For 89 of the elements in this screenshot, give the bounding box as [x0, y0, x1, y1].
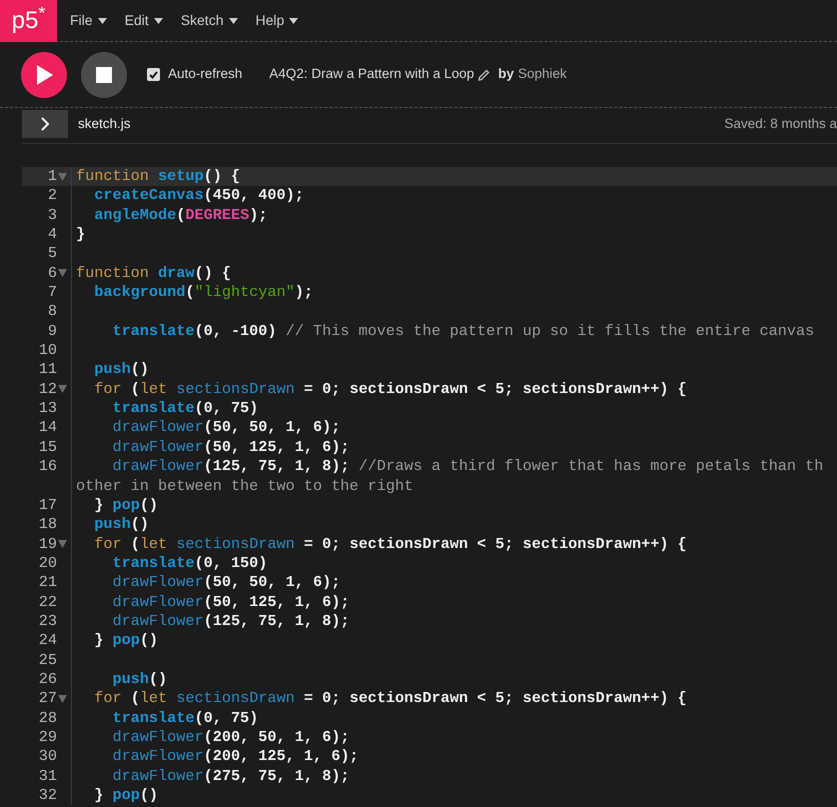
- fold-icon[interactable]: [58, 269, 67, 278]
- line-number: 20: [38, 554, 57, 574]
- line-number: 24: [38, 631, 57, 651]
- menu-item[interactable]: Help: [246, 10, 308, 31]
- line-number: 25: [38, 650, 57, 670]
- caret-icon: [289, 18, 298, 24]
- line-number: 6: [48, 264, 57, 284]
- line-number: 8: [48, 302, 57, 322]
- line-number: 7: [48, 283, 57, 302]
- pencil-icon[interactable]: [478, 68, 490, 80]
- code-line: } pop(): [93, 786, 158, 806]
- line-number: 17: [38, 496, 57, 516]
- line-number: 11: [38, 360, 57, 380]
- code-line: function setup() {: [75, 167, 240, 186]
- caret-icon: [98, 18, 107, 24]
- p5-logo[interactable]: p5$^{*}$: [0, 0, 57, 42]
- menu-item[interactable]: File: [61, 10, 116, 31]
- code-line: for (let sectionsDrawn = 0; sectionsDrawn < 5; sectionsDrawn++) {: [93, 380, 687, 400]
- code-line: drawFlower(125, 75, 1, 8); //Draws a third flower that has more petals than th: [111, 457, 824, 476]
- caret-icon: [154, 18, 163, 24]
- saved-status: Saved: 8 months a: [724, 114, 837, 133]
- code-line: drawFlower(125, 75, 1, 8);: [111, 612, 350, 632]
- line-number: 19: [38, 534, 57, 554]
- fold-icon[interactable]: [58, 694, 67, 703]
- menu-item[interactable]: Edit: [116, 10, 172, 31]
- code-line: push(): [93, 360, 149, 380]
- line-number: 26: [38, 670, 57, 690]
- code-line: background("lightcyan");: [93, 283, 313, 302]
- code-line: drawFlower(200, 50, 1, 6);: [111, 728, 350, 748]
- code-line: drawFlower(275, 75, 1, 8);: [111, 766, 350, 786]
- code-line: translate(0, -100) // This moves the pattern up so it fills the entire canvas: [111, 322, 814, 342]
- code-line: drawFlower(50, 125, 1, 6);: [111, 592, 350, 612]
- fold-icon[interactable]: [58, 385, 67, 394]
- checkbox[interactable]: [147, 68, 160, 81]
- menu-item[interactable]: Sketch: [172, 10, 246, 31]
- line-number: 22: [38, 592, 57, 612]
- code-line: push(): [93, 515, 149, 535]
- line-number: 12: [38, 380, 57, 400]
- line-number: 14: [38, 418, 57, 438]
- line-number: 23: [38, 612, 57, 632]
- fold-icon[interactable]: [58, 540, 67, 548]
- checkbox-label: Auto-refresh: [168, 65, 242, 84]
- line-number: 32: [38, 786, 57, 806]
- code-line: } pop(): [93, 496, 158, 516]
- code-line: function draw() {: [75, 264, 231, 284]
- author-link[interactable]: Sophiek: [518, 64, 567, 85]
- code-line: createCanvas(450, 400);: [93, 186, 304, 206]
- caret-icon: [228, 18, 238, 24]
- line-number: 10: [38, 341, 57, 360]
- line-number: 3: [48, 206, 57, 226]
- line-number: 5: [48, 244, 57, 264]
- chevron-icon: [41, 117, 49, 131]
- code-line: drawFlower(50, 50, 1, 6);: [111, 418, 340, 438]
- stop-button[interactable]: [81, 52, 127, 98]
- code-line: translate(0, 75): [111, 399, 258, 418]
- line-number: 1: [48, 167, 57, 186]
- code-line: push(): [111, 670, 168, 690]
- code-line: drawFlower(50, 50, 1, 6);: [111, 573, 340, 593]
- code-line: translate(0, 75): [111, 708, 258, 728]
- line-number: 31: [38, 766, 57, 786]
- code-line: drawFlower(50, 125, 1, 6);: [111, 438, 350, 458]
- fold-icon[interactable]: [58, 172, 67, 181]
- play-icon: [35, 64, 53, 84]
- line-number: 27: [38, 689, 57, 709]
- sketch-title[interactable]: A4Q2: Draw a Pattern with a Loop: [269, 64, 474, 85]
- line-number: 28: [38, 708, 57, 728]
- expand-sidebar-button[interactable]: [22, 110, 68, 138]
- line-number: 21: [38, 573, 57, 593]
- file-name: sketch.js: [78, 114, 131, 133]
- code-line: for (let sectionsDrawn = 0; sectionsDrawn < 5; sectionsDrawn++) {: [93, 534, 687, 554]
- code-line: translate(0, 150): [111, 554, 268, 574]
- by-label: by: [498, 65, 514, 84]
- code-line: }: [75, 225, 86, 244]
- line-number: 9: [48, 322, 57, 342]
- line-number: 18: [38, 515, 57, 535]
- code-line: other in between the two to the right: [75, 476, 414, 496]
- line-number: 15: [38, 438, 57, 458]
- line-number: 30: [38, 747, 57, 767]
- line-number: 2: [48, 186, 57, 206]
- code-line: drawFlower(200, 125, 1, 6);: [111, 747, 359, 767]
- stop-icon: [96, 66, 112, 82]
- code-line: } pop(): [93, 631, 158, 651]
- code-line: for (let sectionsDrawn = 0; sectionsDrawn < 5; sectionsDrawn++) {: [93, 689, 687, 709]
- line-number: 16: [38, 457, 57, 476]
- line-number: 4: [48, 225, 57, 244]
- line-number: 13: [38, 399, 57, 418]
- play-button[interactable]: [21, 52, 67, 98]
- line-number: 29: [38, 728, 57, 748]
- code-line: angleMode(DEGREES);: [93, 206, 268, 226]
